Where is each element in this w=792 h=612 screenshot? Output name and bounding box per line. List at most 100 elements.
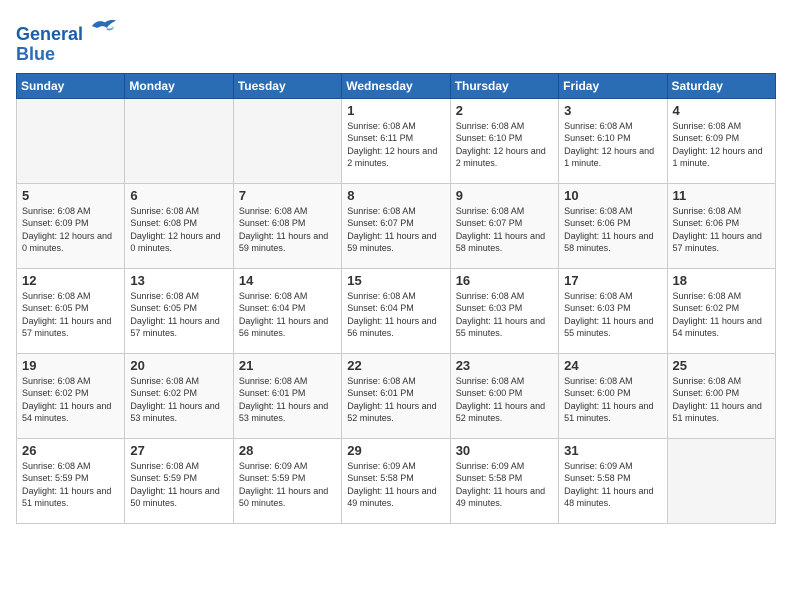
calendar-cell: 9 Sunrise: 6:08 AM Sunset: 6:07 PM Daylig… bbox=[450, 183, 558, 268]
calendar-cell: 26Sunrise: 6:08 AM Sunset: 5:59 PM Dayli… bbox=[17, 438, 125, 523]
calendar-cell bbox=[667, 438, 775, 523]
day-info: Sunrise: 6:08 AM Sunset: 6:05 PM Dayligh… bbox=[22, 290, 119, 340]
calendar-cell: 15 Sunrise: 6:08 AM Sunset: 6:04 PM Dayli… bbox=[342, 268, 450, 353]
day-number: 17 bbox=[564, 273, 661, 288]
day-header-tuesday: Tuesday bbox=[233, 73, 341, 98]
day-number: 10 bbox=[564, 188, 661, 203]
day-info: Sunrise: 6:08 AM Sunset: 6:10 PM Dayligh… bbox=[456, 120, 553, 170]
day-info: Sunrise: 6:08 AM Sunset: 6:00 PM Dayligh… bbox=[564, 375, 661, 425]
calendar-cell: 25Sunrise: 6:08 AM Sunset: 6:00 PM Dayli… bbox=[667, 353, 775, 438]
calendar-week-row: 5 Sunrise: 6:08 AM Sunset: 6:09 PM Daylig… bbox=[17, 183, 776, 268]
calendar-table: SundayMondayTuesdayWednesdayThursdayFrid… bbox=[16, 73, 776, 524]
day-info: Sunrise: 6:08 AM Sunset: 6:07 PM Dayligh… bbox=[347, 205, 444, 255]
calendar-cell: 20 Sunrise: 6:08 AM Sunset: 6:02 PM Dayli… bbox=[125, 353, 233, 438]
calendar-cell: 13 Sunrise: 6:08 AM Sunset: 6:05 PM Dayli… bbox=[125, 268, 233, 353]
day-info: Sunrise: 6:08 AM Sunset: 6:00 PM Dayligh… bbox=[456, 375, 553, 425]
calendar-cell bbox=[125, 98, 233, 183]
calendar-cell: 16 Sunrise: 6:08 AM Sunset: 6:03 PM Dayli… bbox=[450, 268, 558, 353]
day-number: 29 bbox=[347, 443, 444, 458]
day-number: 21 bbox=[239, 358, 336, 373]
day-info: Sunrise: 6:09 AM Sunset: 5:59 PM Dayligh… bbox=[239, 460, 336, 510]
day-number: 9 bbox=[456, 188, 553, 203]
day-info: Sunrise: 6:08 AM Sunset: 6:04 PM Dayligh… bbox=[347, 290, 444, 340]
calendar-cell: 4 Sunrise: 6:08 AM Sunset: 6:09 PM Daylig… bbox=[667, 98, 775, 183]
day-number: 18 bbox=[673, 273, 770, 288]
calendar-cell: 11 Sunrise: 6:08 AM Sunset: 6:06 PM Dayli… bbox=[667, 183, 775, 268]
day-info: Sunrise: 6:08 AM Sunset: 6:11 PM Dayligh… bbox=[347, 120, 444, 170]
day-number: 2 bbox=[456, 103, 553, 118]
calendar-cell: 14Sunrise: 6:08 AM Sunset: 6:04 PM Dayli… bbox=[233, 268, 341, 353]
day-number: 8 bbox=[347, 188, 444, 203]
day-number: 12 bbox=[22, 273, 119, 288]
calendar-cell: 28Sunrise: 6:09 AM Sunset: 5:59 PM Dayli… bbox=[233, 438, 341, 523]
day-number: 24 bbox=[564, 358, 661, 373]
day-number: 5 bbox=[22, 188, 119, 203]
calendar-cell: 7Sunrise: 6:08 AM Sunset: 6:08 PM Daylig… bbox=[233, 183, 341, 268]
day-info: Sunrise: 6:08 AM Sunset: 6:10 PM Dayligh… bbox=[564, 120, 661, 170]
day-number: 31 bbox=[564, 443, 661, 458]
day-header-wednesday: Wednesday bbox=[342, 73, 450, 98]
calendar-cell: 21 Sunrise: 6:08 AM Sunset: 6:01 PM Dayli… bbox=[233, 353, 341, 438]
day-info: Sunrise: 6:08 AM Sunset: 6:01 PM Dayligh… bbox=[239, 375, 336, 425]
day-info: Sunrise: 6:09 AM Sunset: 5:58 PM Dayligh… bbox=[347, 460, 444, 510]
calendar-cell: 12 Sunrise: 6:08 AM Sunset: 6:05 PM Dayli… bbox=[17, 268, 125, 353]
day-info: Sunrise: 6:08 AM Sunset: 6:01 PM Dayligh… bbox=[347, 375, 444, 425]
day-header-thursday: Thursday bbox=[450, 73, 558, 98]
day-info: Sunrise: 6:08 AM Sunset: 6:09 PM Dayligh… bbox=[22, 205, 119, 255]
day-header-saturday: Saturday bbox=[667, 73, 775, 98]
calendar-cell: 23Sunrise: 6:08 AM Sunset: 6:00 PM Dayli… bbox=[450, 353, 558, 438]
day-number: 6 bbox=[130, 188, 227, 203]
calendar-body: 1 Sunrise: 6:08 AM Sunset: 6:11 PM Daylig… bbox=[17, 98, 776, 523]
calendar-cell: 31 Sunrise: 6:09 AM Sunset: 5:58 PM Dayli… bbox=[559, 438, 667, 523]
calendar-cell: 6Sunrise: 6:08 AM Sunset: 6:08 PM Daylig… bbox=[125, 183, 233, 268]
calendar-week-row: 26 Sunrise: 6:08 AM Sunset: 5:59 PM Dayli… bbox=[17, 438, 776, 523]
day-number: 15 bbox=[347, 273, 444, 288]
day-info: Sunrise: 6:08 AM Sunset: 6:02 PM Dayligh… bbox=[130, 375, 227, 425]
day-info: Sunrise: 6:08 AM Sunset: 6:05 PM Dayligh… bbox=[130, 290, 227, 340]
day-header-monday: Monday bbox=[125, 73, 233, 98]
calendar-header-row: SundayMondayTuesdayWednesdayThursdayFrid… bbox=[17, 73, 776, 98]
day-number: 30 bbox=[456, 443, 553, 458]
calendar-cell: 18 Sunrise: 6:08 AM Sunset: 6:02 PM Dayli… bbox=[667, 268, 775, 353]
calendar-cell: 19Sunrise: 6:08 AM Sunset: 6:02 PM Dayli… bbox=[17, 353, 125, 438]
day-number: 27 bbox=[130, 443, 227, 458]
day-info: Sunrise: 6:08 AM Sunset: 6:06 PM Dayligh… bbox=[673, 205, 770, 255]
calendar-cell: 10 Sunrise: 6:08 AM Sunset: 6:06 PM Dayli… bbox=[559, 183, 667, 268]
day-info: Sunrise: 6:08 AM Sunset: 6:03 PM Dayligh… bbox=[564, 290, 661, 340]
day-number: 22 bbox=[347, 358, 444, 373]
day-number: 25 bbox=[673, 358, 770, 373]
day-number: 3 bbox=[564, 103, 661, 118]
calendar-cell: 30 Sunrise: 6:09 AM Sunset: 5:58 PM Dayli… bbox=[450, 438, 558, 523]
day-info: Sunrise: 6:08 AM Sunset: 6:07 PM Dayligh… bbox=[456, 205, 553, 255]
day-number: 4 bbox=[673, 103, 770, 118]
day-info: Sunrise: 6:09 AM Sunset: 5:58 PM Dayligh… bbox=[456, 460, 553, 510]
day-info: Sunrise: 6:08 AM Sunset: 6:09 PM Dayligh… bbox=[673, 120, 770, 170]
calendar-week-row: 19 Sunrise: 6:08 AM Sunset: 6:02 PM Dayli… bbox=[17, 353, 776, 438]
day-info: Sunrise: 6:08 AM Sunset: 6:03 PM Dayligh… bbox=[456, 290, 553, 340]
calendar-cell: 1 Sunrise: 6:08 AM Sunset: 6:11 PM Daylig… bbox=[342, 98, 450, 183]
day-number: 14 bbox=[239, 273, 336, 288]
calendar-cell: 27 Sunrise: 6:08 AM Sunset: 5:59 PM Dayli… bbox=[125, 438, 233, 523]
day-info: Sunrise: 6:08 AM Sunset: 6:02 PM Dayligh… bbox=[673, 290, 770, 340]
calendar-week-row: 12 Sunrise: 6:08 AM Sunset: 6:05 PM Dayli… bbox=[17, 268, 776, 353]
day-number: 16 bbox=[456, 273, 553, 288]
day-number: 26 bbox=[22, 443, 119, 458]
day-info: Sunrise: 6:08 AM Sunset: 5:59 PM Dayligh… bbox=[130, 460, 227, 510]
calendar-cell: 8 Sunrise: 6:08 AM Sunset: 6:07 PM Daylig… bbox=[342, 183, 450, 268]
calendar-cell bbox=[17, 98, 125, 183]
page-header: General Blue bbox=[16, 16, 776, 65]
day-number: 13 bbox=[130, 273, 227, 288]
calendar-cell bbox=[233, 98, 341, 183]
day-info: Sunrise: 6:08 AM Sunset: 6:06 PM Dayligh… bbox=[564, 205, 661, 255]
day-number: 1 bbox=[347, 103, 444, 118]
day-number: 11 bbox=[673, 188, 770, 203]
day-number: 20 bbox=[130, 358, 227, 373]
day-header-friday: Friday bbox=[559, 73, 667, 98]
calendar-cell: 3 Sunrise: 6:08 AM Sunset: 6:10 PM Daylig… bbox=[559, 98, 667, 183]
calendar-cell: 17 Sunrise: 6:08 AM Sunset: 6:03 PM Dayli… bbox=[559, 268, 667, 353]
calendar-cell: 5 Sunrise: 6:08 AM Sunset: 6:09 PM Daylig… bbox=[17, 183, 125, 268]
day-number: 19 bbox=[22, 358, 119, 373]
calendar-week-row: 1 Sunrise: 6:08 AM Sunset: 6:11 PM Daylig… bbox=[17, 98, 776, 183]
calendar-cell: 24 Sunrise: 6:08 AM Sunset: 6:00 PM Dayli… bbox=[559, 353, 667, 438]
day-info: Sunrise: 6:09 AM Sunset: 5:58 PM Dayligh… bbox=[564, 460, 661, 510]
